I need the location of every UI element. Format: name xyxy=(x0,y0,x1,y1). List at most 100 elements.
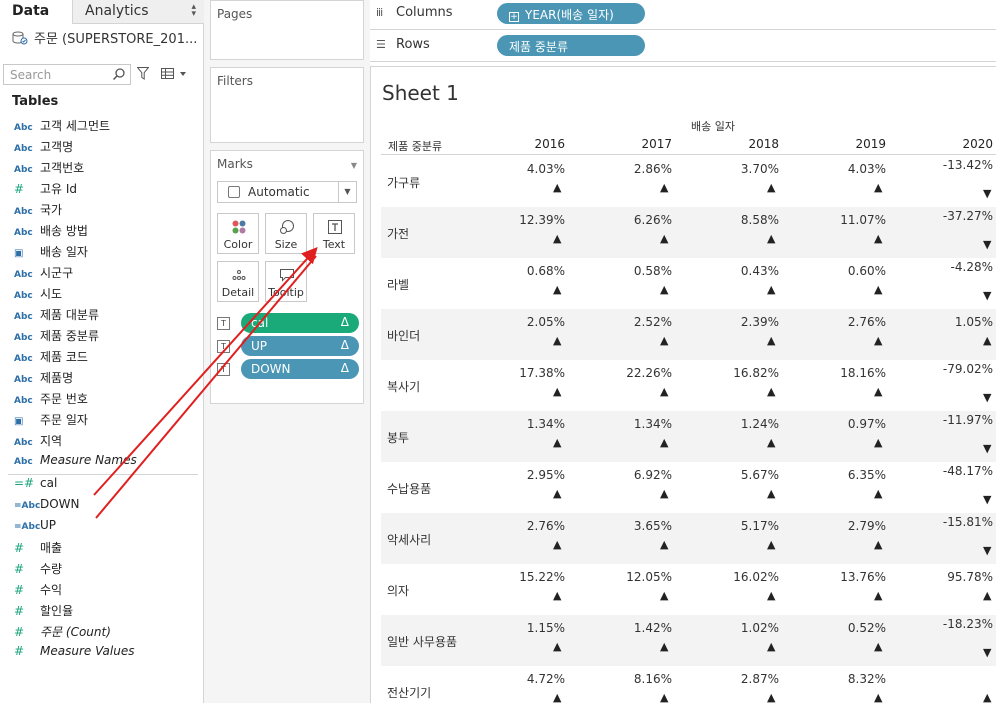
table-cell[interactable]: 1.34% xyxy=(602,417,672,431)
table-row[interactable]: 봉투 1.34% ▲ 1.34% ▲ 1.24% ▲ 0.97% ▲ -11.97% ▼ xyxy=(381,411,996,462)
view-options-icon[interactable] xyxy=(161,67,187,80)
table-cell[interactable]: 2.52% xyxy=(602,315,672,329)
row-label[interactable]: 가전 xyxy=(387,225,409,242)
field-measure-values[interactable]: # Measure Values xyxy=(14,644,134,664)
table-cell[interactable]: 8.32% xyxy=(816,672,886,686)
table-cell[interactable]: 95.78% xyxy=(923,570,993,584)
table-cell[interactable]: 22.26% xyxy=(602,366,672,380)
field-up[interactable]: =AbcUP xyxy=(14,518,56,538)
text-button[interactable]: Text xyxy=(313,213,355,254)
table-cell[interactable]: 1.15% xyxy=(495,621,565,635)
table-cell[interactable]: 2.79% xyxy=(816,519,886,533)
table-cell[interactable]: -37.27% xyxy=(923,209,993,223)
row-label[interactable]: 봉투 xyxy=(387,429,409,446)
table-cell[interactable]: 16.02% xyxy=(709,570,779,584)
row-dimension-header[interactable]: 제품 중분류 xyxy=(388,138,442,154)
table-cell[interactable]: 13.76% xyxy=(816,570,886,584)
row-label[interactable]: 바인더 xyxy=(387,327,420,344)
table-row[interactable]: 라벨 0.68% ▲ 0.58% ▲ 0.43% ▲ 0.60% ▲ -4.28% ▼ xyxy=(381,258,996,309)
table-cell[interactable]: -48.17% xyxy=(923,464,993,478)
field-ship-mode[interactable]: Abc 배송 방법 xyxy=(14,222,88,242)
table-cell[interactable]: 0.68% xyxy=(495,264,565,278)
filter-icon[interactable] xyxy=(137,67,149,80)
table-row[interactable]: 전산기기 4.72% ▲ 8.16% ▲ 2.87% ▲ 8.32% ▲ ▲ xyxy=(381,666,996,703)
table-cell[interactable]: 2.95% xyxy=(495,468,565,482)
table-cell[interactable]: 0.60% xyxy=(816,264,886,278)
row-label[interactable]: 일반 사무용품 xyxy=(387,633,457,650)
field-country[interactable]: Abc 국가 xyxy=(14,201,62,221)
expand-icon[interactable]: + xyxy=(509,12,519,22)
table-cell[interactable]: 1.34% xyxy=(495,417,565,431)
row-label[interactable]: 라벨 xyxy=(387,276,409,293)
table-cell[interactable]: 3.70% xyxy=(709,162,779,176)
table-cell[interactable]: 2.39% xyxy=(709,315,779,329)
pill-up[interactable]: UP Δ xyxy=(241,336,359,356)
filters-card[interactable]: Filters xyxy=(210,67,364,143)
field-ship-date[interactable]: ▣ 배송 일자 xyxy=(14,243,88,263)
rows-shelf[interactable]: ☰ Rows 제품 중분류 xyxy=(370,32,996,62)
table-cell[interactable]: -15.81% xyxy=(923,515,993,529)
table-cell[interactable]: 12.05% xyxy=(602,570,672,584)
field-customer-name[interactable]: Abc 고객명 xyxy=(14,138,73,158)
marks-menu-icon[interactable]: ▼ xyxy=(351,161,357,170)
mark-type-dropdown[interactable]: Automatic ▼ xyxy=(217,181,357,203)
table-cell[interactable]: 1.42% xyxy=(602,621,672,635)
text-encoding-icon[interactable]: T xyxy=(217,363,230,376)
table-cell[interactable]: 4.03% xyxy=(816,162,886,176)
tab-data[interactable]: Data xyxy=(0,0,72,24)
table-cell[interactable]: 2.76% xyxy=(816,315,886,329)
table-row[interactable]: 복사기 17.38% ▲ 22.26% ▲ 16.82% ▲ 18.16% ▲ -79.02% ▼ xyxy=(381,360,996,411)
table-cell[interactable]: 2.76% xyxy=(495,519,565,533)
table-row[interactable]: 가구류 4.03% ▲ 2.86% ▲ 3.70% ▲ 4.03% ▲ -13.42% ▼ xyxy=(381,156,996,207)
text-encoding-icon[interactable]: T xyxy=(217,340,230,353)
field-region[interactable]: Abc 지역 xyxy=(14,432,62,452)
field-order-count[interactable]: # 주문 (Count) xyxy=(14,623,111,643)
table-cell[interactable]: 11.07% xyxy=(816,213,886,227)
field-subcategory[interactable]: Abc 제품 중분류 xyxy=(14,327,99,347)
field-measure-names[interactable]: Abc Measure Names xyxy=(14,453,137,473)
table-cell[interactable]: 16.82% xyxy=(709,366,779,380)
tab-scroll-icon[interactable]: ▴ ▾ xyxy=(191,3,196,19)
field-quantity[interactable]: # 수량 xyxy=(14,560,62,580)
table-cell[interactable]: -13.42% xyxy=(923,158,993,172)
year-header[interactable]: 2016 xyxy=(505,137,565,151)
field-sales[interactable]: # 매출 xyxy=(14,539,62,559)
table-cell[interactable]: 6.92% xyxy=(602,468,672,482)
table-row[interactable]: 가전 12.39% ▲ 6.26% ▲ 8.58% ▲ 11.07% ▲ -37.27% ▼ xyxy=(381,207,996,258)
field-down[interactable]: =AbcDOWN xyxy=(14,497,80,517)
field-product-name[interactable]: Abc 제품명 xyxy=(14,369,73,389)
field-category[interactable]: Abc 제품 대분류 xyxy=(14,306,99,326)
pill-down[interactable]: DOWN Δ xyxy=(241,359,359,379)
row-label[interactable]: 가구류 xyxy=(387,174,420,191)
field-city[interactable]: Abc 시군구 xyxy=(14,264,73,284)
detail-button[interactable]: Detail xyxy=(217,261,259,302)
pill-subcategory[interactable]: 제품 중분류 xyxy=(497,35,645,56)
row-label[interactable]: 악세사리 xyxy=(387,531,431,548)
table-cell[interactable]: 6.35% xyxy=(816,468,886,482)
table-cell[interactable]: 12.39% xyxy=(495,213,565,227)
field-customer-segment[interactable]: Abc 고객 세그먼트 xyxy=(14,117,110,137)
table-cell[interactable]: 1.05% xyxy=(923,315,993,329)
table-cell[interactable]: -11.97% xyxy=(923,413,993,427)
table-cell[interactable]: 5.67% xyxy=(709,468,779,482)
table-cell[interactable]: 4.03% xyxy=(495,162,565,176)
field-product-code[interactable]: Abc 제품 코드 xyxy=(14,348,88,368)
field-province[interactable]: Abc 시도 xyxy=(14,285,62,305)
table-row[interactable]: 의자 15.22% ▲ 12.05% ▲ 16.02% ▲ 13.76% ▲ 95.78% ▲ xyxy=(381,564,996,615)
chevron-down-icon[interactable]: ▼ xyxy=(338,182,356,202)
table-cell[interactable]: 15.22% xyxy=(495,570,565,584)
field-order-date[interactable]: ▣ 주문 일자 xyxy=(14,411,88,431)
table-cell[interactable]: 0.58% xyxy=(602,264,672,278)
table-cell[interactable]: 5.17% xyxy=(709,519,779,533)
row-label[interactable]: 전산기기 xyxy=(387,684,431,701)
pages-card[interactable]: Pages xyxy=(210,0,364,60)
pill-year-ship-date[interactable]: + YEAR(배송 일자) xyxy=(497,3,645,24)
year-header[interactable]: 2019 xyxy=(826,137,886,151)
pill-cal[interactable]: cal Δ xyxy=(241,313,359,333)
field-discount[interactable]: # 할인율 xyxy=(14,602,73,622)
worksheet-view[interactable]: Sheet 1 배송 일자 제품 중분류 2016 2017 2018 2019… xyxy=(370,66,996,703)
table-row[interactable]: 일반 사무용품 1.15% ▲ 1.42% ▲ 1.02% ▲ 0.52% ▲ -18.23% ▼ xyxy=(381,615,996,666)
table-cell[interactable]: 4.72% xyxy=(495,672,565,686)
row-label[interactable]: 의자 xyxy=(387,582,409,599)
field-unique-id[interactable]: # 고유 Id xyxy=(14,180,77,200)
